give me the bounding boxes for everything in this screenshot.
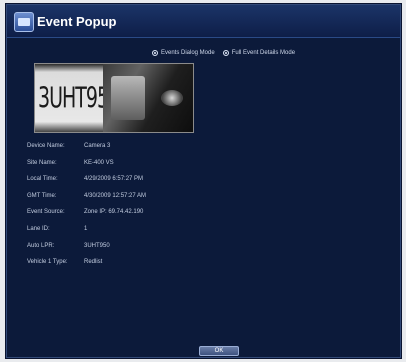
detail-value: 4/29/2009 6:57:27 PM [84, 176, 144, 183]
app-icon [14, 12, 34, 32]
detail-row-lane-id: Lane ID: 1 [27, 222, 387, 239]
plate-image-text: 3UHT950 [38, 82, 120, 115]
detail-value: 3UHT950 [84, 242, 110, 249]
event-snapshot: 3UHT950 [34, 63, 194, 133]
detail-value: KE-400 VS [84, 159, 114, 166]
detail-label: Event Source: [27, 209, 65, 216]
detail-label: Device Name: [27, 143, 65, 149]
window-title: Event Popup [37, 14, 117, 29]
detail-value: Camera 3 [84, 143, 111, 149]
vehicle-scene-image [103, 64, 193, 132]
radio-selected-icon[interactable] [152, 50, 158, 56]
detail-row-auto-lpr: Auto LPR: 3UHT950 [27, 239, 387, 256]
title-bar[interactable]: Event Popup [7, 5, 400, 38]
detail-value: Zone IP: 69.74.42.190 [84, 209, 144, 216]
detail-row-site-name: Site Name: KE-400 VS [27, 156, 387, 173]
ok-button[interactable]: OK [199, 346, 239, 356]
detail-label: Local Time: [27, 176, 58, 183]
mode-full-event-details[interactable]: Full Event Details Mode [222, 50, 295, 56]
radio-icon[interactable] [222, 50, 229, 56]
license-plate-image: 3UHT950 [35, 64, 120, 132]
detail-label: Vehicle 1 Type: [27, 259, 68, 266]
detail-row-device-name: Device Name: Camera 3 [27, 139, 387, 156]
detail-label: GMT Time: [27, 192, 57, 199]
detail-label: Site Name: [27, 159, 57, 166]
headlight-shape [161, 90, 183, 106]
event-popup-window: Event Popup Events Dialog Mode Full Even… [6, 4, 401, 358]
detail-value: 1 [84, 225, 88, 232]
mode-events-dialog[interactable]: Events Dialog Mode [152, 50, 215, 56]
detail-value: 4/30/2009 12:57:27 AM [84, 192, 147, 199]
mode-events-dialog-label[interactable]: Events Dialog Mode [161, 50, 215, 56]
detail-row-event-source: Event Source: Zone IP: 69.74.42.190 [27, 205, 387, 222]
event-details: Device Name: Camera 3 Site Name: KE-400 … [27, 139, 387, 272]
detail-row-gmt-time: GMT Time: 4/30/2009 12:57:27 AM [27, 189, 387, 206]
detail-value: Redlist [84, 259, 103, 266]
detail-label: Lane ID: [27, 225, 50, 232]
detail-row-vehicle-type: Vehicle 1 Type: Redlist [27, 255, 387, 272]
detail-row-local-time: Local Time: 4/29/2009 6:57:27 PM [27, 172, 387, 189]
mode-full-event-details-label[interactable]: Full Event Details Mode [232, 50, 295, 56]
vehicle-shape [111, 76, 145, 120]
mode-selector: Events Dialog Mode Full Event Details Mo… [152, 47, 295, 59]
detail-label: Auto LPR: [27, 242, 55, 249]
